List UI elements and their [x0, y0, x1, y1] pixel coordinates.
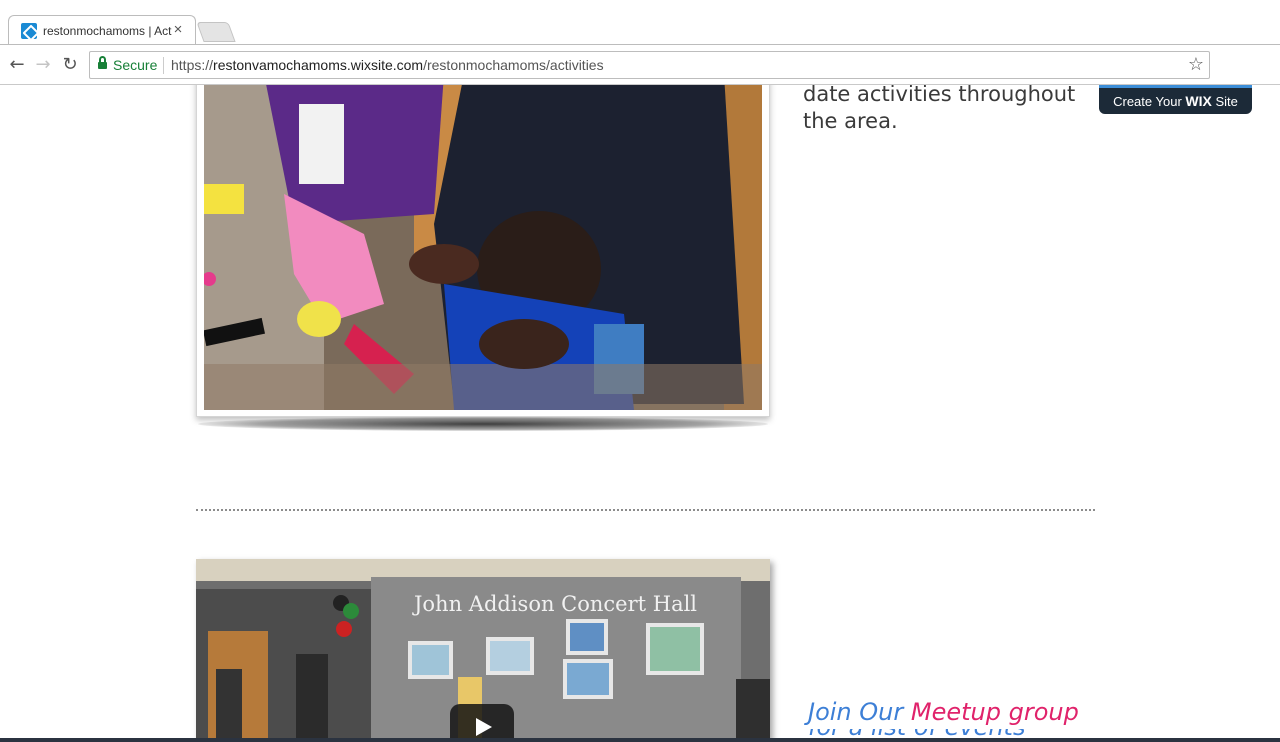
meetup-group-link[interactable]: Meetup group: [911, 698, 1079, 726]
close-icon[interactable]: ×: [169, 21, 187, 39]
wix-badge-prefix: Create Your: [1113, 94, 1182, 109]
back-arrow-icon[interactable]: ←: [5, 53, 29, 77]
tab-title: restonmochamoms | Act: [43, 24, 172, 38]
dotted-divider: [196, 509, 1095, 511]
wix-favicon-icon: [21, 23, 37, 39]
meetup-link[interactable]: Join Our Meetup group: [808, 698, 1079, 726]
concert-hall-sign: John Addison Concert Hall: [412, 592, 697, 616]
browser-tab[interactable]: restonmochamoms | Act ×: [8, 15, 196, 45]
omnibox-separator: [163, 57, 164, 74]
video-player[interactable]: John Addison Concert Hall: [196, 559, 770, 742]
meetup-join-text: Join Our: [808, 698, 904, 726]
bottom-bar: [0, 738, 1280, 742]
activities-description: date activities throughout the area.: [803, 85, 1103, 135]
url-text[interactable]: https://restonvamochamoms.wixsite.com/re…: [171, 57, 604, 73]
wix-badge-brand: WIX: [1185, 93, 1212, 109]
address-bar[interactable]: Secure https://restonvamochamoms.wixsite…: [89, 51, 1210, 79]
photo-shadow: [198, 417, 768, 431]
activity-photo-illustration: [204, 85, 762, 410]
secure-label: Secure: [113, 57, 158, 73]
page-content: date activities throughout the area. Cre…: [0, 85, 1280, 742]
play-button[interactable]: [450, 704, 514, 742]
lock-icon: [98, 56, 107, 70]
browser-toolbar: ← → ↻ Secure https://restonvamochamoms.w…: [0, 44, 1280, 85]
url-path: /restonmochamoms/activities: [423, 57, 604, 73]
wix-badge-suffix: Site: [1215, 94, 1238, 109]
url-scheme: https://: [171, 57, 214, 73]
tab-strip: restonmochamoms | Act ×: [0, 0, 1280, 45]
star-icon[interactable]: ☆: [1188, 54, 1204, 76]
description-line-2: the area.: [803, 109, 898, 133]
url-host: restonvamochamoms.wixsite.com: [213, 57, 424, 73]
activity-photo[interactable]: [204, 85, 762, 410]
create-wix-site-button[interactable]: Create Your WIX Site: [1099, 85, 1252, 114]
reload-icon[interactable]: ↻: [58, 53, 82, 77]
activity-photo-frame: [196, 85, 770, 417]
new-tab-button[interactable]: [196, 22, 236, 42]
forward-arrow-icon[interactable]: →: [31, 53, 55, 77]
description-line-1: date activities throughout: [803, 85, 1076, 106]
